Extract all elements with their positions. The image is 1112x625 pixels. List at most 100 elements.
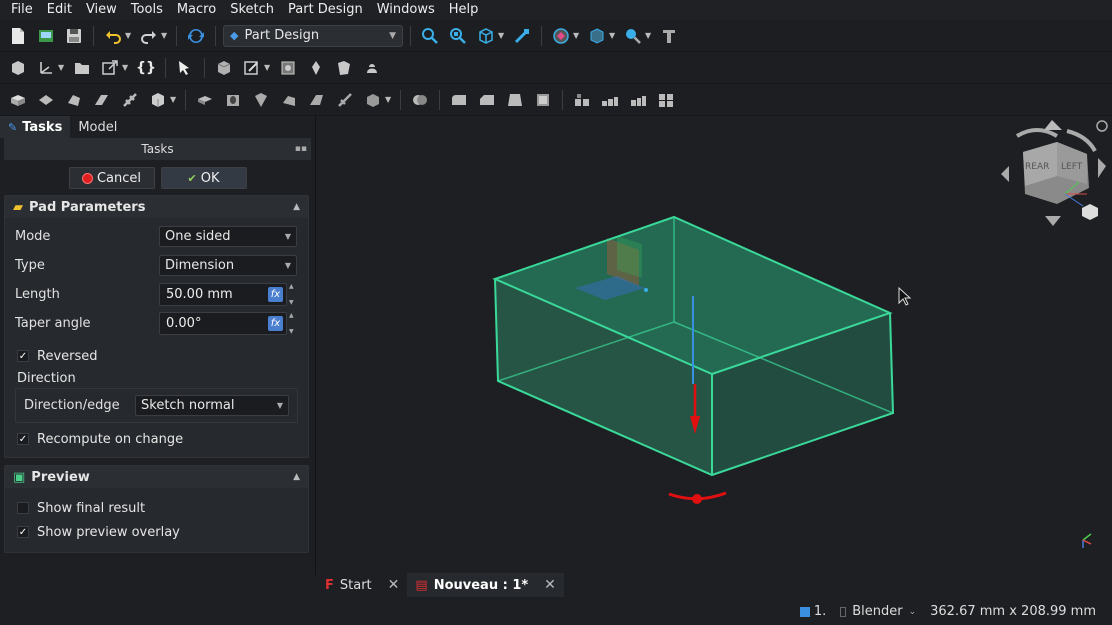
redo-icon[interactable] xyxy=(137,24,161,48)
nav-menu-icon[interactable] xyxy=(1096,120,1108,132)
groove-icon[interactable] xyxy=(249,88,273,112)
cancel-button[interactable]: Cancel xyxy=(68,167,155,189)
undo-icon[interactable] xyxy=(101,24,125,48)
length-stepper[interactable]: ▲ ▼ xyxy=(287,283,297,306)
additive-loft-icon[interactable] xyxy=(62,88,86,112)
additive-helix-icon[interactable] xyxy=(118,88,142,112)
collapse-icon[interactable]: ▲ xyxy=(293,202,300,212)
recompute-checkbox[interactable]: ✓ Recompute on change xyxy=(5,427,308,451)
mirrored-icon[interactable] xyxy=(570,88,594,112)
pad-parameters-header[interactable]: ▰ Pad Parameters ▲ xyxy=(5,196,308,218)
save-icon[interactable] xyxy=(62,24,86,48)
rotate-left-arrow-icon[interactable] xyxy=(1015,128,1059,138)
shape-binder-icon[interactable] xyxy=(304,56,328,80)
zoom-dropdown-icon[interactable]: ▼ xyxy=(645,31,653,40)
expression-fx-icon[interactable]: fx xyxy=(268,316,283,331)
type-select[interactable]: Dimension ▼ xyxy=(159,255,297,276)
zoom-icon[interactable] xyxy=(621,24,645,48)
thickness-icon[interactable] xyxy=(531,88,555,112)
folder-icon[interactable] xyxy=(70,56,94,80)
recompute-check-box[interactable]: ✓ xyxy=(17,433,29,445)
multi-transform-icon[interactable] xyxy=(654,88,678,112)
selection-indicator[interactable]: 1. xyxy=(799,604,826,619)
datum-axis-icon[interactable] xyxy=(34,56,58,80)
export-dropdown-icon[interactable]: ▼ xyxy=(122,63,130,72)
orbit-down-icon[interactable] xyxy=(1045,216,1061,226)
new-document-icon[interactable] xyxy=(6,24,30,48)
validate-sketch-icon[interactable] xyxy=(276,56,300,80)
show-final-check-box[interactable] xyxy=(17,502,29,514)
subshape-binder-icon[interactable] xyxy=(332,56,356,80)
taper-input[interactable]: 0.00° fx xyxy=(159,312,287,335)
nav-cube-mini-icon[interactable] xyxy=(1082,204,1098,220)
subtractive-helix-icon[interactable] xyxy=(333,88,357,112)
tab-start[interactable]: F Start ✕ xyxy=(317,573,407,597)
expression-icon[interactable]: {} xyxy=(134,56,158,80)
additive-primitive-icon[interactable] xyxy=(146,88,170,112)
taper-drag-handle[interactable] xyxy=(692,494,702,504)
boolean-icon[interactable] xyxy=(408,88,432,112)
close-icon[interactable]: ✕ xyxy=(388,577,400,593)
open-document-icon[interactable] xyxy=(34,24,58,48)
datum-dropdown-icon[interactable]: ▼ xyxy=(58,63,66,72)
export-icon[interactable] xyxy=(98,56,122,80)
selection-cursor-icon[interactable] xyxy=(173,56,197,80)
workbench-selector[interactable]: ◆ Part Design ▼ xyxy=(223,24,403,47)
ok-button[interactable]: ✔ OK xyxy=(160,167,247,189)
chamfer-icon[interactable] xyxy=(475,88,499,112)
view-dropdown-icon[interactable]: ▼ xyxy=(498,31,506,40)
show-final-checkbox[interactable]: Show final result xyxy=(5,496,308,520)
redo-dropdown-icon[interactable]: ▼ xyxy=(161,31,169,40)
tab-model[interactable]: Model xyxy=(70,116,125,138)
subtractive-loft-icon[interactable] xyxy=(277,88,301,112)
draw-style-dropdown-icon[interactable]: ▼ xyxy=(573,31,581,40)
draw-style-icon[interactable] xyxy=(549,24,573,48)
navigation-cube[interactable]: REAR LEFT xyxy=(1001,120,1108,226)
body-icon[interactable] xyxy=(6,56,30,80)
sketch-dropdown-icon[interactable]: ▼ xyxy=(264,63,272,72)
tab-document[interactable]: ▤ Nouveau : 1* ✕ xyxy=(407,573,564,597)
undo-dropdown-icon[interactable]: ▼ xyxy=(125,31,133,40)
direction-edge-select[interactable]: Sketch normal ▼ xyxy=(135,395,289,416)
primitive-dropdown-icon[interactable]: ▼ xyxy=(170,95,178,104)
orbit-right-icon[interactable] xyxy=(1098,158,1106,178)
menu-help[interactable]: Help xyxy=(442,0,486,20)
subprimitive-dropdown-icon[interactable]: ▼ xyxy=(385,95,393,104)
pocket-icon[interactable] xyxy=(193,88,217,112)
close-icon[interactable]: ✕ xyxy=(544,577,556,593)
mode-select[interactable]: One sided ▼ xyxy=(159,226,297,247)
part-icon[interactable] xyxy=(212,56,236,80)
orbit-left-icon[interactable] xyxy=(1001,166,1009,182)
menu-part-design[interactable]: Part Design xyxy=(281,0,370,20)
linear-pattern-icon[interactable] xyxy=(598,88,622,112)
subtractive-pipe-icon[interactable] xyxy=(305,88,329,112)
navigation-style[interactable]: Blender ⌄ xyxy=(840,604,916,619)
fit-all-icon[interactable] xyxy=(418,24,442,48)
length-input[interactable]: 50.00 mm fx xyxy=(159,283,287,306)
pad-icon[interactable] xyxy=(6,88,30,112)
show-overlay-check-box[interactable]: ✓ xyxy=(17,526,29,538)
view-cube-icon[interactable] xyxy=(474,24,498,48)
revolution-icon[interactable] xyxy=(34,88,58,112)
subtractive-primitive-icon[interactable] xyxy=(361,88,385,112)
refresh-icon[interactable] xyxy=(184,24,208,48)
section-view-icon[interactable] xyxy=(585,24,609,48)
menu-windows[interactable]: Windows xyxy=(370,0,442,20)
3d-viewport[interactable]: REAR LEFT xyxy=(317,116,1112,573)
additive-pipe-icon[interactable] xyxy=(90,88,114,112)
reversed-checkbox[interactable]: ✓ Reversed xyxy=(5,344,308,368)
menu-file[interactable]: File xyxy=(4,0,40,20)
menu-sketch[interactable]: Sketch xyxy=(223,0,281,20)
create-sketch-icon[interactable] xyxy=(240,56,264,80)
grip-icon[interactable]: ▪▪ xyxy=(295,144,307,154)
fit-selection-icon[interactable] xyxy=(446,24,470,48)
menu-view[interactable]: View xyxy=(79,0,124,20)
menu-macro[interactable]: Macro xyxy=(170,0,223,20)
collapse-icon[interactable]: ▲ xyxy=(293,472,300,482)
hole-icon[interactable] xyxy=(221,88,245,112)
menu-tools[interactable]: Tools xyxy=(124,0,170,20)
3d-scene[interactable]: REAR LEFT xyxy=(317,116,1112,573)
fillet-icon[interactable] xyxy=(447,88,471,112)
whats-this-icon[interactable] xyxy=(657,24,681,48)
section-dropdown-icon[interactable]: ▼ xyxy=(609,31,617,40)
